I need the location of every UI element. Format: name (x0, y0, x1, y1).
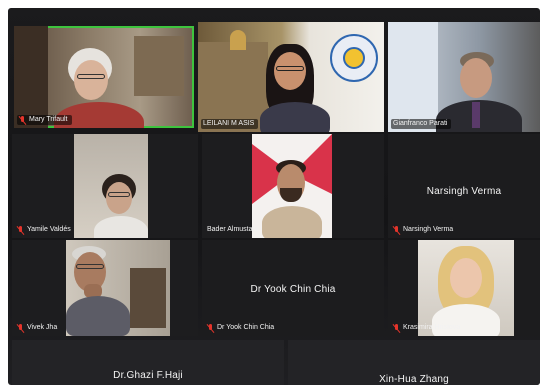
video-feed (74, 134, 148, 238)
participant-name: Dr Yook Chin Chia (217, 324, 275, 331)
participant-name: Mary Trifault (29, 116, 68, 123)
video-feed (66, 240, 170, 336)
video-feed (418, 240, 514, 336)
video-tile-ghazi[interactable]: Dr.Ghazi F.Haji (12, 340, 284, 385)
window-light (388, 22, 438, 132)
participant-display-name: Dr.Ghazi F.Haji (113, 370, 183, 381)
participant-name: Vivek Jha (27, 324, 58, 331)
glasses (77, 74, 105, 79)
video-tile-leilani[interactable]: LEILANI M ASIS (198, 22, 384, 132)
person-face (106, 182, 132, 214)
dome (230, 30, 246, 50)
participant-name: Gianfranco Parati (393, 120, 448, 127)
wall-decor (134, 36, 184, 96)
video-tile-xinhua[interactable]: Xin-Hua Zhang (288, 340, 540, 385)
video-tile-bader[interactable]: Bader Almustafa (202, 134, 384, 238)
video-tile-yook[interactable]: Dr Yook Chin Chia Dr Yook Chin Chia (202, 240, 384, 336)
name-tag-mary: Mary Trifault (17, 115, 72, 125)
name-tag-bader: Bader Almustafa (205, 225, 262, 235)
glasses (276, 66, 304, 71)
participant-display-name: Xin-Hua Zhang (379, 374, 449, 385)
video-tile-narsingh[interactable]: Narsingh Verma Narsingh Verma (388, 134, 540, 238)
video-tile-krasimira[interactable]: Krasimira Hristova (388, 240, 540, 336)
name-tag-vivek: Vivek Jha (15, 323, 61, 333)
mic-muted-icon (17, 323, 24, 333)
participant-display-name: Dr Yook Chin Chia (250, 284, 336, 295)
video-tile-gianfranco[interactable]: Gianfranco Parati (388, 22, 540, 132)
person-face (450, 258, 482, 298)
tie (472, 102, 480, 128)
name-tag-yamile: Yamile Valdés (15, 225, 75, 235)
person-face (74, 60, 108, 100)
name-tag-narsingh: Narsingh Verma (391, 225, 457, 235)
mic-muted-icon (393, 225, 400, 235)
video-call-gallery: Mary Trifault LEILANI M ASIS Gianfranco … (8, 8, 540, 385)
person-body (94, 216, 148, 238)
video-tile-yamile[interactable]: Yamile Valdés (12, 134, 198, 238)
person-face (274, 52, 306, 90)
person-body (262, 206, 322, 238)
glasses (76, 264, 104, 269)
name-tag-gianfranco: Gianfranco Parati (391, 119, 452, 129)
person-body (260, 102, 330, 132)
person-face (460, 58, 492, 98)
glasses (108, 192, 130, 197)
participant-name: Bader Almustafa (207, 226, 259, 233)
name-tag-yook: Dr Yook Chin Chia (205, 323, 278, 333)
video-tile-mary[interactable]: Mary Trifault (14, 26, 194, 128)
bookshelf (130, 268, 166, 328)
video-feed (252, 134, 332, 238)
seal-logo (330, 34, 378, 82)
participant-name: Krasimira Hristova (403, 324, 461, 331)
mic-muted-icon (19, 115, 26, 125)
mic-muted-icon (207, 323, 214, 333)
name-tag-leilani: LEILANI M ASIS (201, 119, 259, 129)
mic-muted-icon (393, 323, 400, 333)
participant-name: LEILANI M ASIS (203, 120, 255, 127)
mic-muted-icon (17, 225, 24, 235)
participant-name: Narsingh Verma (403, 226, 454, 233)
participant-name: Yamile Valdés (27, 226, 71, 233)
person-body (66, 296, 130, 336)
video-tile-vivek[interactable]: Vivek Jha (12, 240, 198, 336)
bookshelf (14, 26, 48, 128)
name-tag-krasimira: Krasimira Hristova (391, 323, 464, 333)
participant-display-name: Narsingh Verma (426, 186, 502, 197)
